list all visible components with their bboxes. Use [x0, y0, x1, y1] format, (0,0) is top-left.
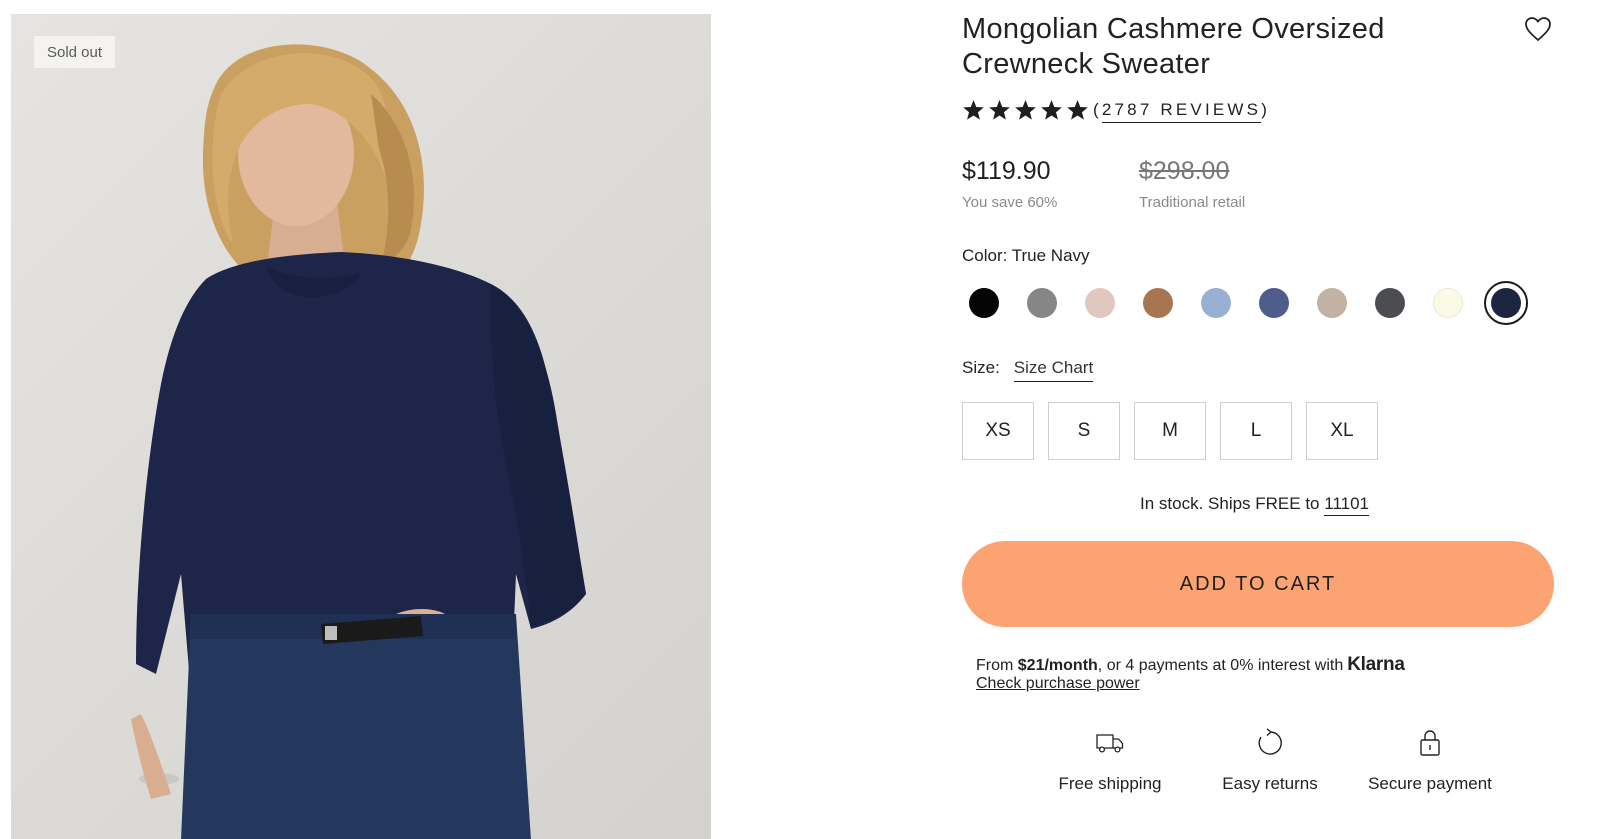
size-options: XS S M L XL [962, 402, 1392, 460]
color-swatch-light-blue[interactable] [1194, 281, 1238, 325]
feature-free-shipping: Free shipping [1030, 728, 1190, 794]
original-price: $298.00 [1139, 157, 1230, 185]
swatch-dot [1491, 288, 1521, 318]
sold-out-badge: Sold out [34, 36, 115, 68]
color-swatch-grey[interactable] [1020, 281, 1064, 325]
model-photo [131, 44, 586, 839]
swatch-dot [1317, 288, 1347, 318]
star-rating [962, 99, 1089, 121]
sale-price: $119.90 [962, 157, 1051, 185]
product-rating[interactable]: (2787 REVIEWS) [962, 99, 1270, 123]
swatch-dot [1259, 288, 1289, 318]
color-swatch-ivory[interactable] [1426, 281, 1470, 325]
feature-secure-payment: Secure payment [1350, 728, 1510, 794]
size-option-s[interactable]: S [1048, 402, 1120, 460]
swatch-dot [1201, 288, 1231, 318]
size-chart-link[interactable]: Size Chart [1013, 358, 1094, 382]
swatch-dot [1027, 288, 1057, 318]
star-icon [989, 99, 1010, 120]
color-swatch-true-navy[interactable] [1484, 281, 1528, 325]
color-swatch-charcoal[interactable] [1368, 281, 1412, 325]
swatch-dot [1375, 288, 1405, 318]
retail-note: Traditional retail [1139, 194, 1246, 211]
klarna-message: From $21/month, or 4 payments at 0% inte… [976, 654, 1405, 675]
add-to-cart-button[interactable]: ADD TO CART [962, 541, 1554, 627]
features-row: Free shipping Easy returns Secure paymen… [1030, 728, 1510, 794]
size-label: Size: [962, 358, 1000, 377]
color-swatch-black[interactable] [962, 281, 1006, 325]
size-row: Size: Size Chart [962, 358, 1094, 382]
color-label: Color: True Navy [962, 246, 1090, 265]
color-swatch-oatmeal[interactable] [1310, 281, 1354, 325]
swatch-dot [1143, 288, 1173, 318]
swatch-dot [969, 288, 999, 318]
returns-icon [1258, 728, 1282, 755]
color-swatch-indigo[interactable] [1252, 281, 1296, 325]
feature-easy-returns: Easy returns [1190, 728, 1350, 794]
size-option-m[interactable]: M [1134, 402, 1206, 460]
zip-code-link[interactable]: 11101 [1324, 494, 1369, 516]
original-price-block: $298.00 Traditional retail [1139, 156, 1245, 211]
star-icon [1041, 99, 1062, 120]
swatch-dot [1433, 288, 1463, 318]
star-icon [1015, 99, 1036, 120]
truck-icon [1096, 734, 1124, 753]
star-icon [1067, 99, 1088, 120]
star-icon [963, 99, 984, 120]
size-option-xl[interactable]: XL [1306, 402, 1378, 460]
color-swatch-camel[interactable] [1136, 281, 1180, 325]
product-image[interactable]: Sold out [11, 14, 711, 839]
product-title: Mongolian Cashmere Oversized Crewneck Sw… [962, 13, 1385, 80]
lock-icon [1420, 730, 1440, 756]
size-option-l[interactable]: L [1220, 402, 1292, 460]
swatch-dot [1085, 288, 1115, 318]
savings-note: You save 60% [962, 194, 1058, 211]
reviews-link[interactable]: (2787 REVIEWS) [1093, 100, 1270, 123]
heart-icon[interactable] [1524, 16, 1552, 42]
klarna-logo: Klarna [1347, 654, 1405, 675]
sale-price-block: $119.90 You save 60% [962, 156, 1057, 211]
color-swatch-blush[interactable] [1078, 281, 1122, 325]
reviews-count[interactable]: 2787 REVIEWS [1101, 100, 1262, 123]
check-purchase-power-link[interactable]: Check purchase power [976, 675, 1140, 693]
klarna-amount: $21/month [1017, 657, 1098, 674]
size-option-xs[interactable]: XS [962, 402, 1034, 460]
stock-status: In stock. Ships FREE to 11101 [1140, 494, 1369, 516]
color-swatches [962, 281, 1542, 325]
